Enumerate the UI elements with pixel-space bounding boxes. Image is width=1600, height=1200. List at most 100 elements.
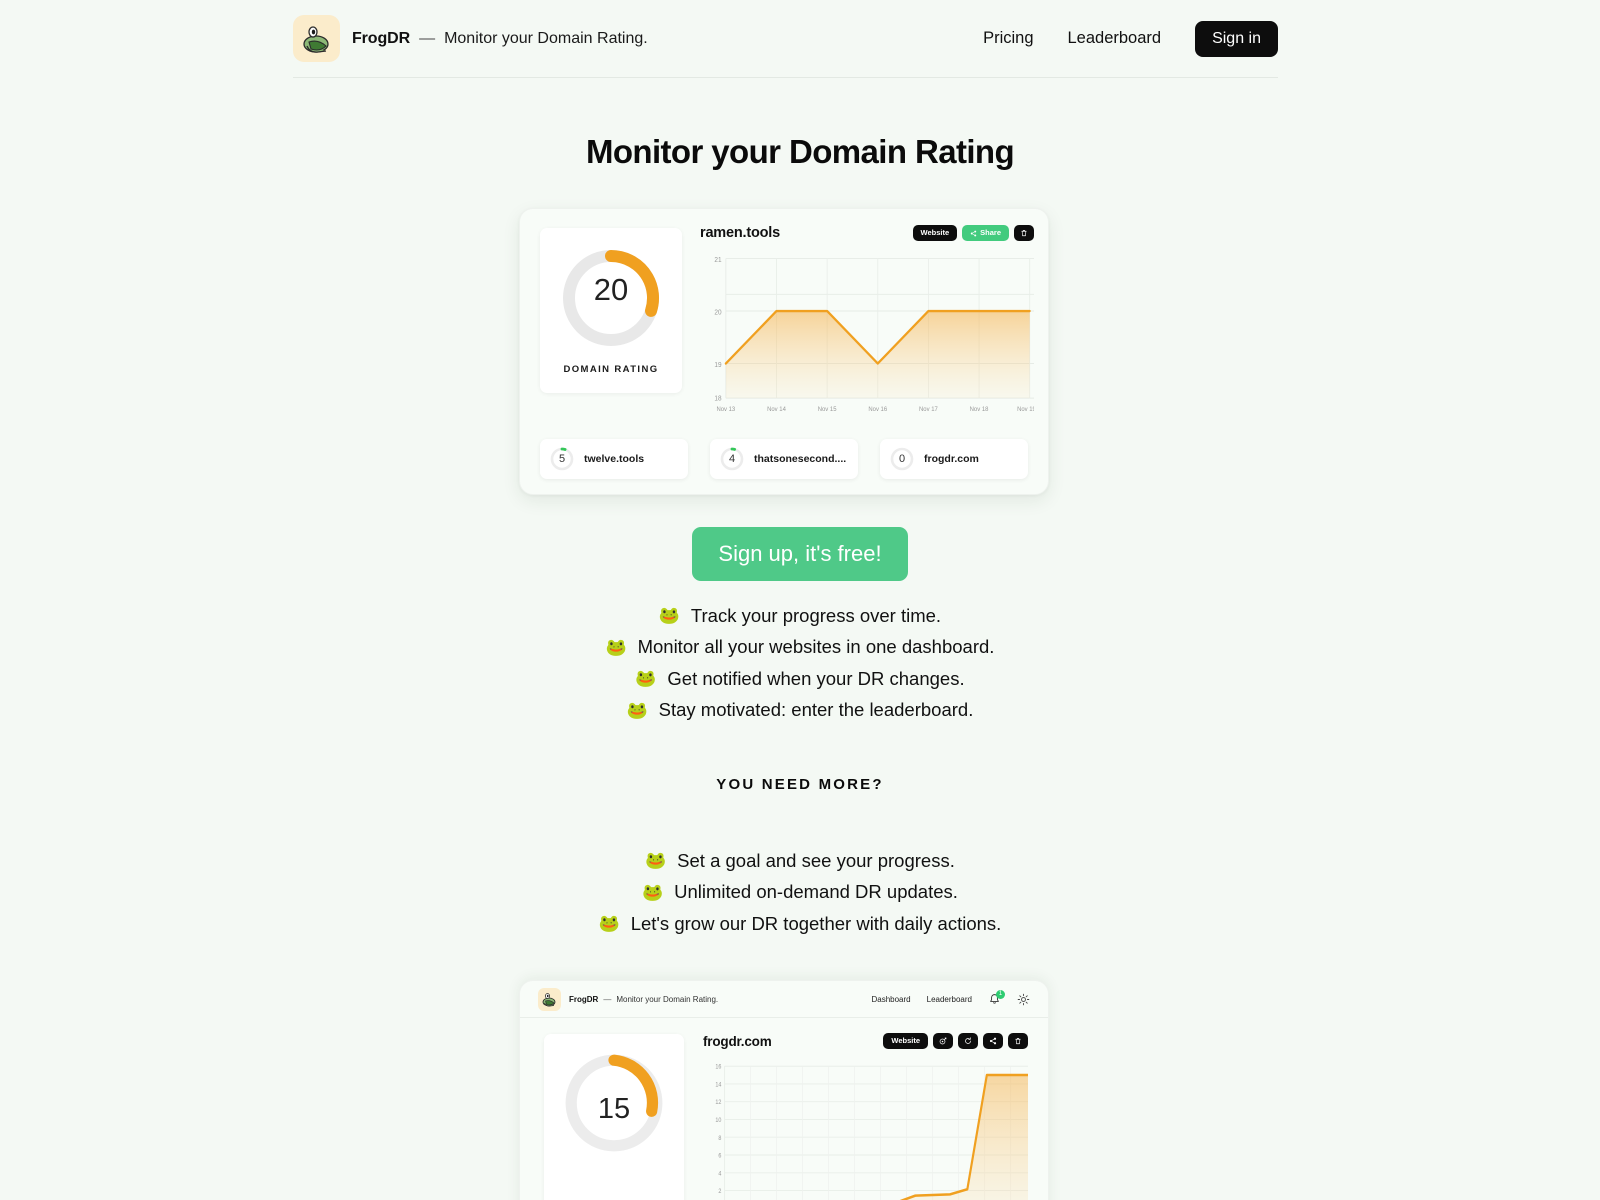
frog-icon: 🐸	[635, 669, 657, 689]
site-card[interactable]: 0 frogdr.com	[880, 439, 1028, 479]
chart-header: ramen.tools Website Share	[700, 221, 1034, 245]
frogdr-com-dr-chart: 16 14 12 10 8 6 4 2	[703, 1056, 1028, 1200]
svg-text:4: 4	[718, 1171, 722, 1177]
shot-delete-button[interactable]	[1008, 1033, 1028, 1049]
mini-gauge: 0	[889, 446, 915, 472]
shot-nav-dashboard[interactable]: Dashboard	[871, 995, 910, 1004]
chart-panel: frogdr.com Website 16 14 12 10 8 6 4 2	[703, 1030, 1028, 1200]
frog-icon: 🐸	[598, 914, 620, 934]
list-item: 🐸 Track your progress over time.	[659, 600, 941, 631]
trash-icon	[1015, 1038, 1021, 1045]
share-icon	[989, 1037, 997, 1045]
feature-text: Let's grow our DR together with daily ac…	[630, 912, 1002, 934]
target-icon	[939, 1037, 947, 1045]
svg-text:6: 6	[718, 1153, 722, 1159]
shot-refresh-button[interactable]	[958, 1033, 978, 1049]
chart-site-name: ramen.tools	[700, 225, 780, 241]
page-title: Monitor your Domain Rating	[585, 133, 1015, 170]
svg-text:Nov 18: Nov 18	[970, 406, 989, 413]
mini-gauge-value: 0	[898, 453, 906, 465]
site-card[interactable]: 4 thatsonesecond....	[710, 439, 858, 479]
shot-nav-leaderboard[interactable]: Leaderboard	[927, 995, 972, 1004]
screenshot-header: FrogDR — Monitor your Domain Rating. Das…	[520, 981, 1048, 1018]
frog-icon: 🐸	[658, 606, 681, 626]
site-header: FrogDR — Monitor your Domain Rating. Pri…	[293, 0, 1278, 78]
feature-text: Track your progress over time.	[690, 605, 942, 626]
screenshot-nav: Dashboard Leaderboard 1	[871, 989, 1030, 1006]
notification-badge: 1	[996, 989, 1005, 999]
chart-action-buttons: Website Share	[912, 225, 1034, 241]
chart-action-buttons: Website	[883, 1033, 1028, 1049]
svg-text:Nov 17: Nov 17	[919, 406, 938, 413]
feature-text: Get notified when your DR changes.	[667, 667, 965, 689]
svg-text:Nov 16: Nov 16	[868, 406, 887, 413]
gear-icon[interactable]	[1017, 993, 1030, 1006]
svg-text:Nov 14: Nov 14	[767, 406, 786, 413]
screenshot-dash: —	[603, 994, 612, 1004]
feature-list-primary: 🐸 Track your progress over time. 🐸 Monit…	[0, 600, 1600, 726]
dashboard-preview-card: 20 DOMAIN RATING ramen.tools Website Sha…	[519, 208, 1049, 495]
sign-in-button[interactable]: Sign in	[1195, 20, 1278, 57]
svg-text:21: 21	[714, 257, 721, 264]
shot-goal-button[interactable]	[933, 1033, 953, 1049]
svg-text:20: 20	[714, 309, 721, 316]
frog-icon: 🐸	[645, 851, 667, 871]
cta-container: Sign up, it's free!	[0, 527, 1600, 581]
share-button[interactable]: Share	[962, 225, 1009, 241]
screenshot-brand-name: FrogDR	[569, 994, 599, 1004]
main-nav: Pricing Leaderboard Sign in	[983, 20, 1278, 57]
nav-pricing[interactable]: Pricing	[983, 29, 1033, 48]
list-item: 🐸 Get notified when your DR changes.	[635, 663, 964, 694]
svg-text:12: 12	[715, 1100, 721, 1106]
trash-icon	[1021, 230, 1027, 237]
list-item: 🐸 Monitor all your websites in one dashb…	[606, 631, 995, 662]
frog-logo-icon	[293, 15, 340, 62]
frog-logo-icon	[538, 987, 561, 1011]
svg-text:10: 10	[715, 1118, 722, 1124]
screenshot-tagline: Monitor your Domain Rating.	[616, 994, 719, 1004]
site-name: thatsonesecond....	[754, 453, 847, 465]
svg-text:16: 16	[715, 1064, 722, 1070]
svg-text:14: 14	[715, 1082, 722, 1088]
landing-page: FrogDR — Monitor your Domain Rating. Pri…	[0, 0, 1600, 1200]
website-button[interactable]: Website	[912, 225, 958, 241]
gauge-value: 20	[593, 271, 629, 307]
chart-panel: ramen.tools Website Share 21 20 19 18 No…	[700, 221, 1034, 416]
delete-button[interactable]	[1014, 225, 1034, 241]
shot-share-button[interactable]	[983, 1033, 1003, 1049]
list-item: 🐸 Let's grow our DR together with daily …	[599, 908, 1002, 939]
site-cards-row: 5 twelve.tools 4 thatsonesecond.... 0 fr…	[540, 439, 1028, 479]
svg-text:8: 8	[718, 1135, 722, 1141]
brand[interactable]: FrogDR — Monitor your Domain Rating.	[293, 15, 648, 62]
domain-rating-gauge-panel: 15	[544, 1034, 684, 1200]
domain-rating-gauge-panel: 20 DOMAIN RATING	[540, 228, 682, 393]
svg-text:18: 18	[714, 395, 721, 402]
gauge-label: DOMAIN RATING	[563, 364, 659, 375]
brand-dash: —	[419, 29, 436, 47]
site-card[interactable]: 5 twelve.tools	[540, 439, 688, 479]
share-icon	[970, 230, 977, 236]
svg-text:2: 2	[718, 1189, 721, 1195]
mini-gauge-value: 5	[558, 453, 566, 465]
list-item: 🐸 Stay motivated: enter the leaderboard.	[627, 694, 974, 725]
refresh-icon	[965, 1037, 971, 1044]
feature-text: Stay motivated: enter the leaderboard.	[658, 699, 974, 721]
mini-gauge: 4	[719, 446, 745, 472]
nav-leaderboard[interactable]: Leaderboard	[1068, 29, 1162, 48]
shot-website-button[interactable]: Website	[883, 1033, 928, 1049]
svg-text:Nov 19: Nov 19	[1017, 406, 1034, 413]
section-heading: YOU NEED MORE?	[716, 776, 884, 793]
gauge-value: 15	[597, 1093, 631, 1125]
svg-text:Nov 15: Nov 15	[818, 406, 837, 413]
feature-text: Monitor all your websites in one dashboa…	[637, 636, 995, 658]
dashboard-screenshot: FrogDR — Monitor your Domain Rating. Das…	[519, 980, 1049, 1200]
site-name: twelve.tools	[584, 453, 645, 465]
feature-list-secondary: 🐸 Set a goal and see your progress. 🐸 Un…	[0, 845, 1600, 939]
chart-header: frogdr.com Website	[703, 1030, 1028, 1052]
brand-tagline: Monitor your Domain Rating.	[444, 29, 648, 47]
signup-button[interactable]: Sign up, it's free!	[692, 527, 908, 581]
mini-gauge: 5	[549, 446, 575, 472]
notifications-button[interactable]: 1	[988, 989, 1005, 1006]
site-name: frogdr.com	[924, 453, 979, 465]
feature-text: Set a goal and see your progress.	[677, 850, 955, 871]
